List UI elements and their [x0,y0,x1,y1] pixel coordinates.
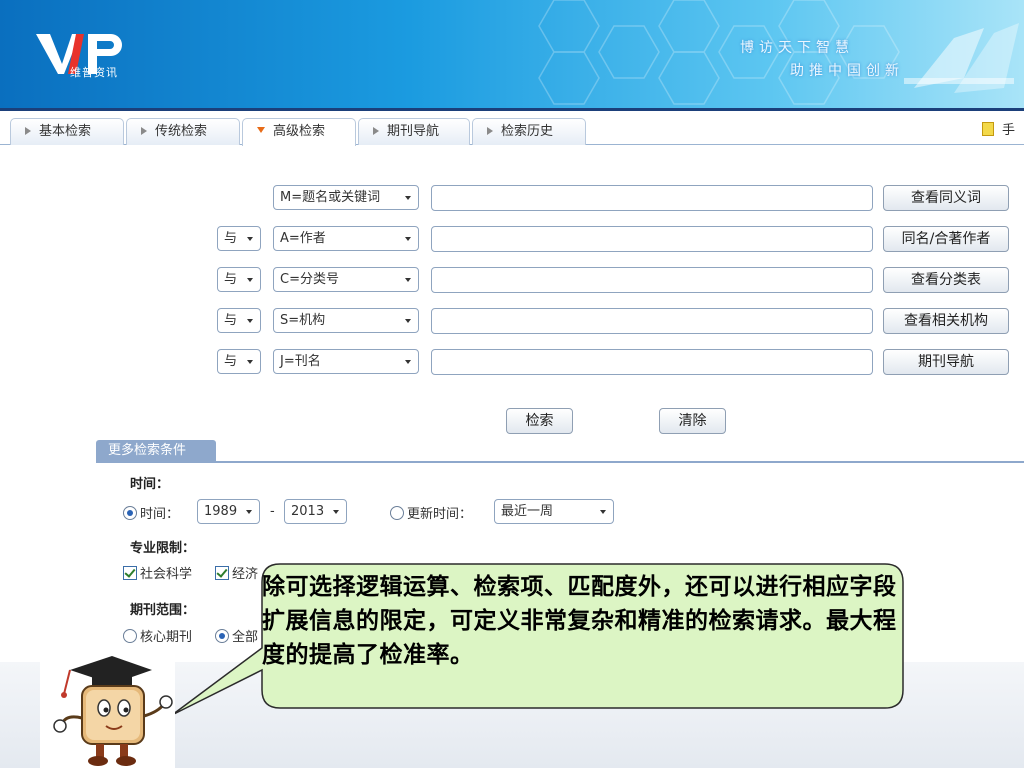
clear-button[interactable]: 清除 [659,408,726,434]
tab-label: 传统检索 [155,124,208,139]
tab-basic-search[interactable]: 基本检索 [10,118,124,145]
logic-select-2[interactable]: 与 [217,226,261,251]
mascot-graduate-icon [40,648,175,768]
field-select-value: C=分类号 [280,272,339,287]
triangle-right-icon [25,127,31,135]
triangle-right-icon [487,127,493,135]
update-time-value: 最近一周 [501,504,554,519]
logic-select-value: 与 [224,313,238,328]
chevron-down-icon [405,319,411,323]
speech-bubble-text: 除可选择逻辑运算、检索项、匹配度外，还可以进行相应字段扩展信息的限定，可定义非常… [262,573,897,668]
field-select-value: A=作者 [280,231,326,246]
time-label: 时间： [130,477,170,492]
chevron-down-icon [247,360,253,364]
radio-unselected-icon [390,506,404,520]
radio-selected-icon [123,506,137,520]
triangle-down-icon [257,127,265,133]
tab-label: 期刊导航 [387,124,440,139]
field-select-value: S=机构 [280,313,326,328]
year-from-select[interactable]: 1989 [197,499,260,524]
tab-advanced-search[interactable]: 高级检索 [242,118,356,146]
more-conditions-tab[interactable]: 更多检索条件 [96,440,216,462]
journal-nav-button[interactable]: 期刊导航 [883,349,1009,375]
logic-select-3[interactable]: 与 [217,267,261,292]
logic-select-5[interactable]: 与 [217,349,261,374]
coauthors-button[interactable]: 同名/合著作者 [883,226,1009,252]
chevron-down-icon [600,510,606,514]
view-institutions-button[interactable]: 查看相关机构 [883,308,1009,334]
header-banner: 维普资讯 博访天下智慧 助推中国创新 [0,0,1024,108]
field-select-3[interactable]: C=分类号 [273,267,419,292]
update-time-select[interactable]: 最近一周 [494,499,614,524]
field-select-4[interactable]: S=机构 [273,308,419,333]
hexagon-pattern [538,0,900,105]
radio-unselected-icon [123,629,137,643]
year-to-select[interactable]: 2013 [284,499,347,524]
checkbox-checked-icon [123,566,137,580]
tab-journal-nav[interactable]: 期刊导航 [358,118,470,145]
chevron-down-icon [247,319,253,323]
tab-label: 高级检索 [273,124,326,139]
view-synonyms-button[interactable]: 查看同义词 [883,185,1009,211]
manual-icon [982,122,994,136]
triangle-right-icon [373,127,379,135]
slogan-line-2: 助推中国创新 [790,63,904,79]
chevron-down-icon [405,360,411,364]
chevron-down-icon [405,196,411,200]
time-radio[interactable]: 时间： [123,503,179,522]
search-input-4[interactable] [431,308,873,334]
tab-traditional-search[interactable]: 传统检索 [126,118,240,145]
chevron-down-icon [405,278,411,282]
logic-select-value: 与 [224,272,238,287]
time-radio-label: 时间： [140,507,180,522]
chevron-down-icon [333,510,339,514]
field-select-5[interactable]: J=刊名 [273,349,419,374]
year-from-value: 1989 [204,504,238,519]
search-input-5[interactable] [431,349,873,375]
update-time-radio[interactable]: 更新时间： [390,503,472,522]
search-input-1[interactable] [431,185,873,211]
triangle-right-icon [141,127,147,135]
year-to-value: 2013 [291,504,325,519]
view-classification-button[interactable]: 查看分类表 [883,267,1009,293]
search-button[interactable]: 检索 [506,408,573,434]
logo-subtitle: 维普资讯 [70,66,118,79]
search-tabs: 基本检索 传统检索 高级检索 期刊导航 检索历史 手 [0,111,1024,146]
field-select-value: M=题名或关键词 [280,190,381,205]
manual-link[interactable]: 手 [982,119,1015,138]
chevron-down-icon [405,237,411,241]
field-select-1[interactable]: M=题名或关键词 [273,185,419,210]
year-separator: - [270,504,275,519]
field-select-2[interactable]: A=作者 [273,226,419,251]
logic-select-4[interactable]: 与 [217,308,261,333]
chevron-down-icon [246,510,252,514]
slogan-line-1: 博访天下智慧 [740,40,854,56]
chevron-down-icon [247,237,253,241]
manual-label: 手 [1002,123,1016,138]
search-input-2[interactable] [431,226,873,252]
logic-select-value: 与 [224,354,238,369]
more-conditions-divider [96,461,1024,463]
tab-search-history[interactable]: 检索历史 [472,118,586,145]
field-select-value: J=刊名 [280,354,321,369]
update-time-label: 更新时间： [407,507,473,522]
logic-select-value: 与 [224,231,238,246]
specialty-label: 专业限制： [130,541,196,556]
tab-label: 检索历史 [501,124,554,139]
banner-decoration [904,23,1019,93]
chevron-down-icon [247,278,253,282]
tab-label: 基本检索 [39,124,92,139]
search-input-3[interactable] [431,267,873,293]
